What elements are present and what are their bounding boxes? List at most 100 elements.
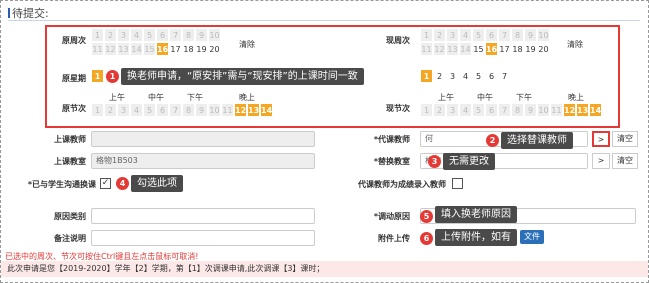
period-cell[interactable]: 8 bbox=[511, 103, 524, 117]
week-cell[interactable]: 20 bbox=[208, 42, 221, 56]
period-cell[interactable]: 10 bbox=[208, 103, 221, 117]
period-cell[interactable]: 12 bbox=[563, 103, 576, 117]
period-cell[interactable]: 5 bbox=[472, 103, 485, 117]
weekday-cell[interactable]: 4 bbox=[459, 69, 472, 83]
orig-week-label: 原周次 bbox=[62, 36, 86, 45]
week-cell[interactable]: 10 bbox=[208, 28, 221, 42]
weekday-cell[interactable]: 3 bbox=[446, 69, 459, 83]
week-cell[interactable]: 8 bbox=[511, 28, 524, 42]
week-cell[interactable]: 5 bbox=[143, 28, 156, 42]
week-cell[interactable]: 18 bbox=[511, 42, 524, 56]
week-cell[interactable]: 11 bbox=[91, 42, 104, 56]
period-cell[interactable]: 13 bbox=[576, 103, 589, 117]
period-group-label: 上午 bbox=[438, 93, 454, 102]
period-cell[interactable]: 9 bbox=[524, 103, 537, 117]
week-cell[interactable]: 12 bbox=[433, 42, 446, 56]
record-as-teacher-checkbox[interactable] bbox=[452, 178, 463, 189]
reason-type-label: 原因类别 bbox=[54, 212, 86, 221]
week-cell[interactable]: 19 bbox=[195, 42, 208, 56]
period-cell[interactable]: 6 bbox=[156, 103, 169, 117]
teacher-input[interactable] bbox=[91, 131, 315, 147]
week-cell[interactable]: 6 bbox=[485, 28, 498, 42]
period-cell[interactable]: 7 bbox=[498, 103, 511, 117]
upload-button[interactable]: 文件 bbox=[520, 230, 544, 244]
week-cell[interactable]: 18 bbox=[182, 42, 195, 56]
clear-teacher-button[interactable]: 清空 bbox=[612, 131, 638, 147]
select-classroom-button[interactable]: > bbox=[592, 153, 610, 169]
week-cell[interactable]: 8 bbox=[182, 28, 195, 42]
new-classroom-label: *替换教室 bbox=[373, 157, 410, 166]
week-cell[interactable]: 11 bbox=[420, 42, 433, 56]
new-week-grid: 1 2 3 4 5 6 7 8 9 10 11 12 13 14 15 16 17 18 19 20 bbox=[420, 28, 560, 56]
reason-type-select[interactable] bbox=[91, 208, 315, 224]
period-cell[interactable]: 1 bbox=[91, 103, 104, 117]
week-cell[interactable]: 14 bbox=[459, 42, 472, 56]
week-cell[interactable]: 4 bbox=[459, 28, 472, 42]
period-cell[interactable]: 5 bbox=[143, 103, 156, 117]
clear-classroom-button[interactable]: 清空 bbox=[612, 153, 638, 169]
week-cell[interactable]: 16 bbox=[156, 42, 169, 56]
week-cell[interactable]: 13 bbox=[117, 42, 130, 56]
week-cell[interactable]: 9 bbox=[195, 28, 208, 42]
week-cell[interactable]: 13 bbox=[446, 42, 459, 56]
week-cell[interactable]: 3 bbox=[117, 28, 130, 42]
period-cell[interactable]: 1 bbox=[420, 103, 433, 117]
week-cell[interactable]: 2 bbox=[433, 28, 446, 42]
week-cell[interactable]: 19 bbox=[524, 42, 537, 56]
notified-checkbox[interactable]: ✓ bbox=[100, 178, 111, 189]
callout-badge-1: 1 bbox=[106, 70, 119, 83]
callout-badge-5: 5 bbox=[420, 210, 433, 223]
week-cell[interactable]: 12 bbox=[104, 42, 117, 56]
weekday-cell[interactable]: 1 bbox=[91, 69, 104, 83]
period-cell[interactable]: 10 bbox=[537, 103, 550, 117]
period-cell[interactable]: 11 bbox=[221, 103, 234, 117]
weekday-cell[interactable]: 1 bbox=[420, 69, 433, 83]
weekday-cell[interactable]: 6 bbox=[485, 69, 498, 83]
week-cell[interactable]: 5 bbox=[472, 28, 485, 42]
week-cell[interactable]: 7 bbox=[498, 28, 511, 42]
period-cell[interactable]: 3 bbox=[446, 103, 459, 117]
week-cell[interactable]: 1 bbox=[91, 28, 104, 42]
select-teacher-button[interactable]: > bbox=[592, 131, 610, 147]
week-cell[interactable]: 16 bbox=[485, 42, 498, 56]
callout-3: 无需更改 bbox=[443, 153, 495, 170]
period-cell[interactable]: 14 bbox=[589, 103, 602, 117]
classroom-input[interactable]: 格物1B503 bbox=[91, 153, 315, 169]
period-group-label: 晚上 bbox=[568, 93, 584, 102]
week-cell[interactable]: 9 bbox=[524, 28, 537, 42]
new-period-grid: 上午 中午 下午 晚上 1 2 3 4 5 6 7 8 9 10 11 12 13 14 bbox=[420, 93, 602, 117]
week-cell[interactable]: 4 bbox=[130, 28, 143, 42]
weekday-cell[interactable]: 5 bbox=[472, 69, 485, 83]
period-cell[interactable]: 2 bbox=[104, 103, 117, 117]
week-cell[interactable]: 15 bbox=[472, 42, 485, 56]
week-cell[interactable]: 1 bbox=[420, 28, 433, 42]
week-cell[interactable]: 17 bbox=[498, 42, 511, 56]
period-cell[interactable]: 2 bbox=[433, 103, 446, 117]
week-cell[interactable]: 10 bbox=[537, 28, 550, 42]
weekday-cell[interactable]: 7 bbox=[498, 69, 511, 83]
period-cell[interactable]: 4 bbox=[130, 103, 143, 117]
period-cell[interactable]: 11 bbox=[550, 103, 563, 117]
week-cell[interactable]: 20 bbox=[537, 42, 550, 56]
new-week-clear[interactable]: 清除 bbox=[564, 38, 586, 52]
callout-5: 填入换老师原因 bbox=[435, 206, 517, 223]
weekday-cell[interactable]: 2 bbox=[433, 69, 446, 83]
period-cell[interactable]: 4 bbox=[459, 103, 472, 117]
period-cell[interactable]: 8 bbox=[182, 103, 195, 117]
period-cell[interactable]: 12 bbox=[234, 103, 247, 117]
week-cell[interactable]: 6 bbox=[156, 28, 169, 42]
week-cell[interactable]: 3 bbox=[446, 28, 459, 42]
period-cell[interactable]: 3 bbox=[117, 103, 130, 117]
week-cell[interactable]: 2 bbox=[104, 28, 117, 42]
period-cell[interactable]: 13 bbox=[247, 103, 260, 117]
week-cell[interactable]: 17 bbox=[169, 42, 182, 56]
week-cell[interactable]: 14 bbox=[130, 42, 143, 56]
orig-week-clear[interactable]: 清除 bbox=[236, 38, 258, 52]
week-cell[interactable]: 7 bbox=[169, 28, 182, 42]
period-cell[interactable]: 7 bbox=[169, 103, 182, 117]
period-cell[interactable]: 14 bbox=[260, 103, 273, 117]
remark-input[interactable] bbox=[91, 230, 315, 246]
period-cell[interactable]: 9 bbox=[195, 103, 208, 117]
week-cell[interactable]: 15 bbox=[143, 42, 156, 56]
period-cell[interactable]: 6 bbox=[485, 103, 498, 117]
